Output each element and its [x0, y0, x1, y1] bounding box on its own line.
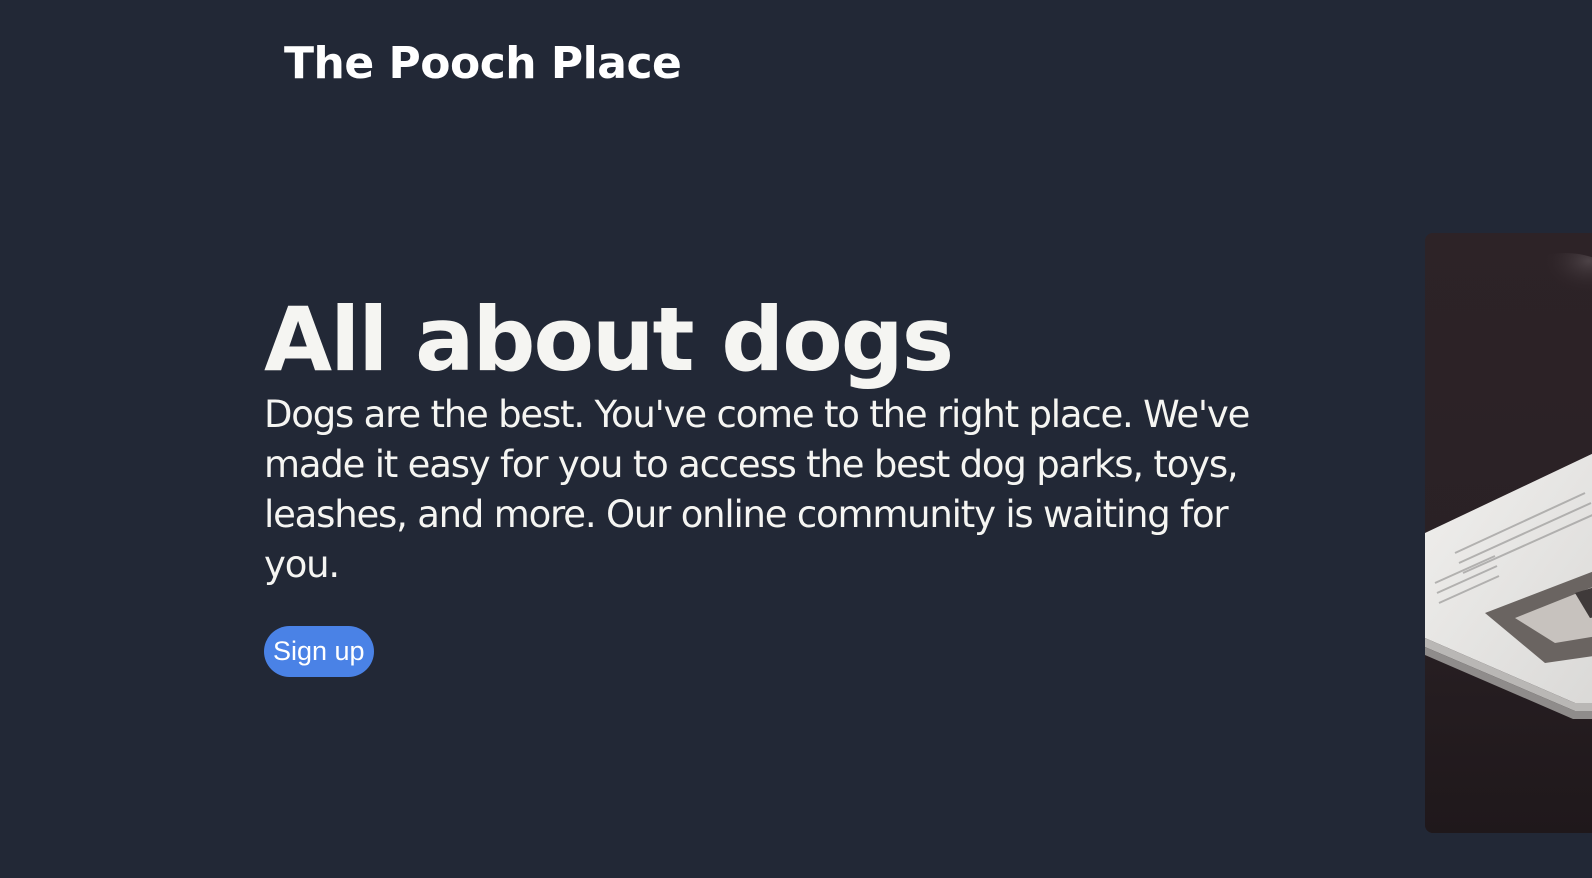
hero-description: Dogs are the best. You've come to the ri…: [264, 393, 1250, 586]
hero-heading: All about dogs: [264, 288, 954, 391]
sign-up-button[interactable]: Sign up: [264, 626, 374, 677]
hero-section: All about dogs Dogs are the best. You've…: [264, 286, 1274, 677]
hero-image-magazine: [1425, 233, 1592, 833]
site-title[interactable]: The Pooch Place: [284, 36, 682, 92]
magazine-photo: [1425, 233, 1592, 833]
page: The Pooch Place All about dogs Dogs are …: [0, 0, 1592, 878]
